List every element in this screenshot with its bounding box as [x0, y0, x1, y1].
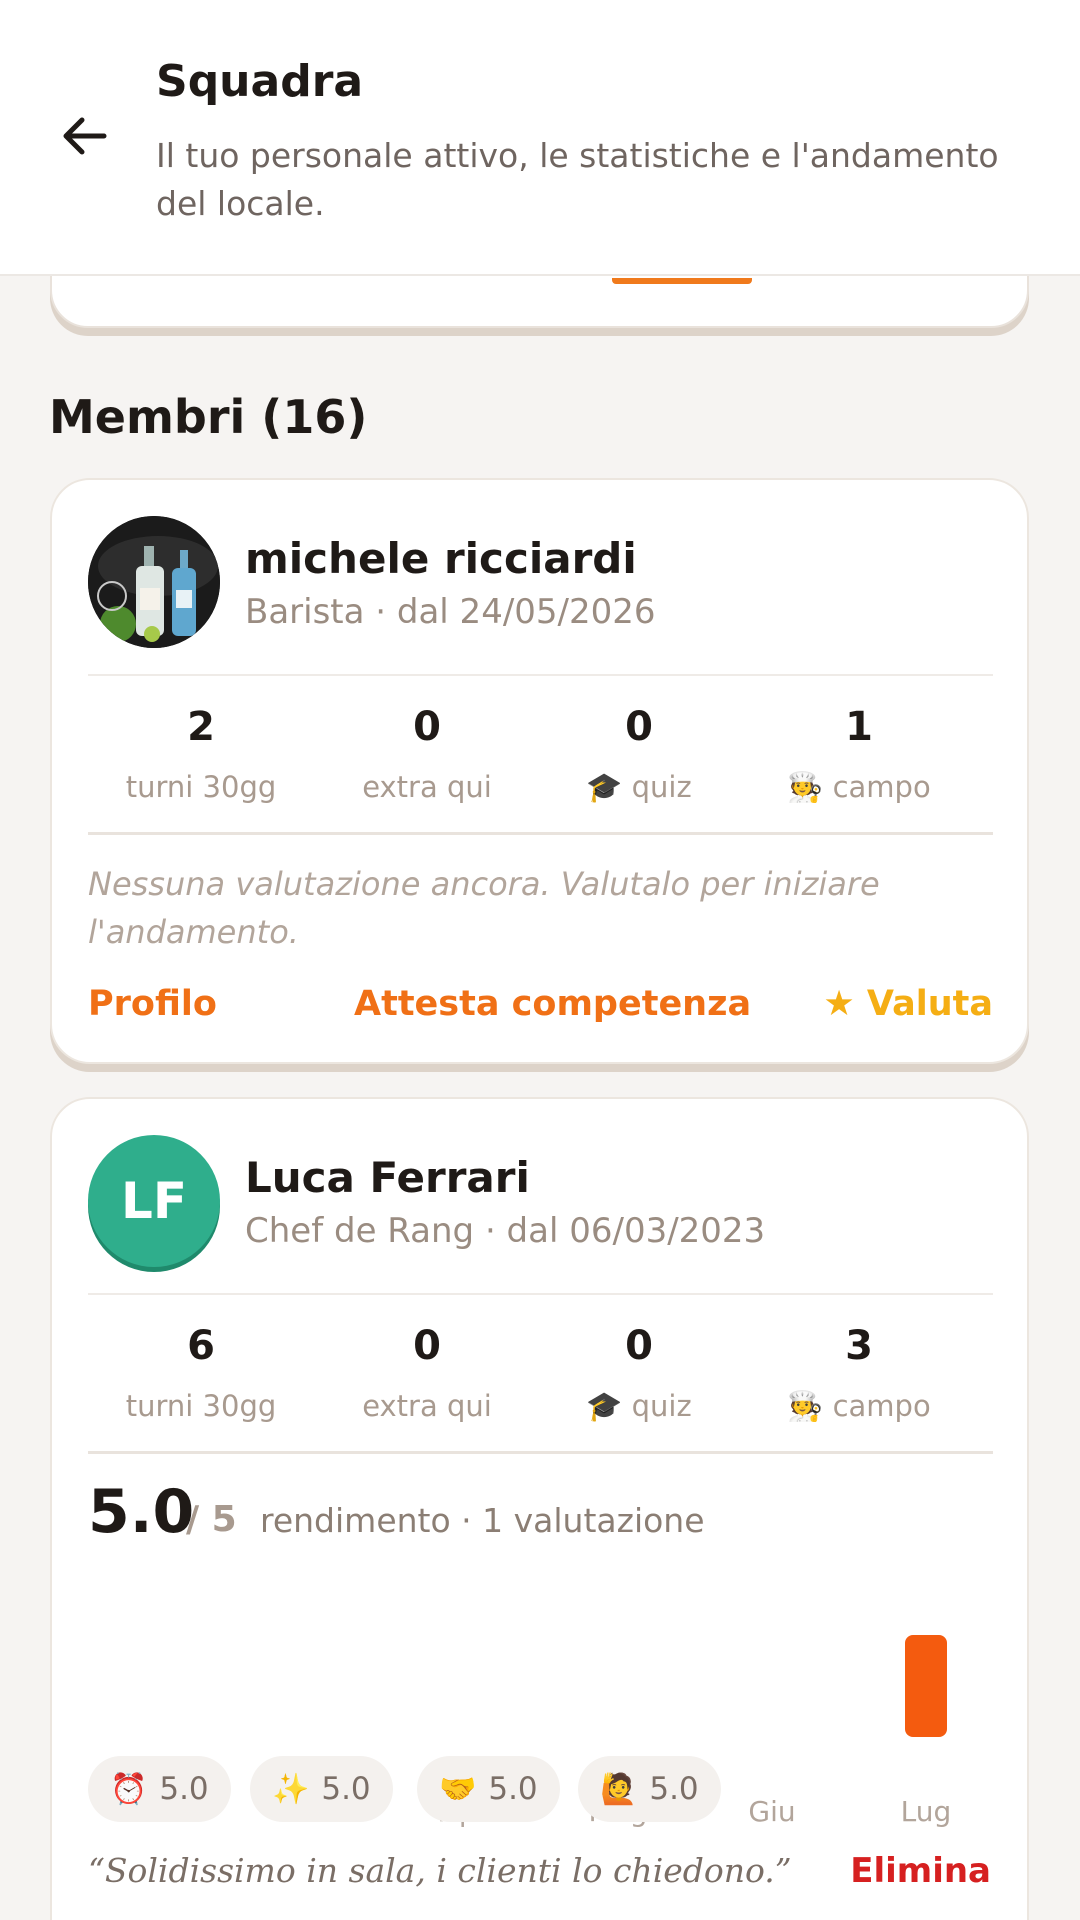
divider: [88, 1451, 993, 1454]
raising-hand-icon: 🙋: [600, 1771, 638, 1807]
rate-link[interactable]: ★ Valuta: [823, 984, 993, 1024]
stat-value: 0: [413, 1323, 441, 1369]
stat-label-wrap: 🧑‍🍳 campo: [746, 770, 972, 805]
page-title: Squadra: [156, 56, 364, 107]
sparkles-icon: ✨: [272, 1771, 310, 1807]
member-role: Barista · dal 24/05/2026: [245, 592, 656, 632]
stat-label-wrap: 🎓 quiz: [526, 1389, 752, 1424]
alarm-clock-icon: ⏰: [110, 1771, 148, 1807]
stat-extra: 0 extra qui: [314, 676, 540, 804]
stat-shifts: 2 turni 30gg: [88, 676, 314, 804]
chart-month-label: Lug: [900, 1795, 952, 1828]
stat-label: campo: [832, 770, 931, 804]
graduation-cap-icon: 🎓: [586, 1389, 623, 1423]
stat-value: 1: [845, 704, 873, 750]
profile-link[interactable]: Profilo: [88, 984, 217, 1024]
rating-pill: ⏰ 5.0: [88, 1756, 231, 1822]
stat-field: 3 🧑‍🍳 campo: [746, 1295, 972, 1424]
stat-value: 0: [413, 704, 441, 750]
avatar: [88, 516, 220, 648]
stat-value: 3: [845, 1323, 873, 1369]
divider: [88, 832, 993, 835]
graduation-cap-icon: 🎓: [586, 770, 623, 804]
rating-pill: 🙋 5.0: [578, 1756, 721, 1822]
stat-label: extra qui: [362, 770, 492, 804]
delete-rating-button[interactable]: Elimina: [850, 1851, 991, 1891]
pill-value: 5.0: [159, 1771, 209, 1807]
app-header: Squadra Il tuo personale attivo, le stat…: [0, 0, 1080, 276]
card-actions: Profilo Attesta competenza ★ Valuta: [88, 984, 993, 1034]
stat-label: quiz: [631, 1389, 692, 1423]
back-button[interactable]: [52, 104, 116, 168]
stat-label: campo: [832, 1389, 931, 1423]
pill-value: 5.0: [649, 1771, 699, 1807]
attest-competence-link[interactable]: Attesta competenza: [354, 984, 751, 1024]
empty-rating-note: Nessuna valutazione ancora. Valutalo per…: [88, 865, 880, 951]
stat-quiz: 0 🎓 quiz: [526, 1295, 752, 1424]
arrow-left-icon: [63, 117, 107, 155]
stats-row: 6 turni 30gg 0 extra qui 0 🎓 quiz 3 🧑‍🍳 …: [88, 1295, 993, 1445]
member-card: michele ricciardi Barista · dal 24/05/20…: [50, 478, 1029, 1064]
stat-field: 1 🧑‍🍳 campo: [746, 676, 972, 805]
chart-month-label: Giu: [748, 1795, 796, 1828]
stat-label-wrap: 🎓 quiz: [526, 770, 752, 805]
score-value: 5.0: [88, 1477, 195, 1547]
stat-label-wrap: 🧑‍🍳 campo: [746, 1389, 972, 1424]
stat-label: extra qui: [362, 1389, 492, 1423]
member-role: Chef de Rang · dal 06/03/2023: [245, 1211, 766, 1251]
stat-value: 6: [187, 1323, 215, 1369]
stat-extra: 0 extra qui: [314, 1295, 540, 1423]
stat-shifts: 6 turni 30gg: [88, 1295, 314, 1423]
rating-pill: ✨ 5.0: [250, 1756, 393, 1822]
member-name[interactable]: Luca Ferrari: [245, 1153, 530, 1202]
score-max: / 5: [186, 1499, 237, 1540]
bottles-photo-icon: [88, 516, 220, 648]
avatar: LF: [88, 1135, 220, 1267]
pill-value: 5.0: [321, 1771, 371, 1807]
member-card: LF Luca Ferrari Chef de Rang · dal 06/03…: [50, 1097, 1029, 1920]
rating-pill: 🤝 5.0: [417, 1756, 560, 1822]
handshake-icon: 🤝: [439, 1771, 477, 1807]
stat-label: turni 30gg: [125, 770, 277, 804]
cook-icon: 🧑‍🍳: [787, 770, 824, 804]
monthly-rating-chart: FebMarAprMagGiuLug: [88, 1571, 993, 1828]
stat-value: 0: [625, 1323, 653, 1369]
cook-icon: 🧑‍🍳: [787, 1389, 824, 1423]
stat-value: 0: [625, 704, 653, 750]
stats-row: 2 turni 30gg 0 extra qui 0 🎓 quiz 1 🧑‍🍳 …: [88, 676, 993, 826]
chart-bar: [905, 1635, 947, 1737]
score-description: rendimento · 1 valutazione: [260, 1501, 705, 1540]
stat-quiz: 0 🎓 quiz: [526, 676, 752, 805]
stat-label: turni 30gg: [125, 1389, 277, 1423]
page-subtitle: Il tuo personale attivo, le statistiche …: [156, 136, 999, 223]
stat-value: 2: [187, 704, 215, 750]
member-name[interactable]: michele ricciardi: [245, 534, 637, 583]
stat-label: quiz: [631, 770, 692, 804]
rating-comment: “Solidissimo in sala, i clienti lo chied…: [88, 1851, 792, 1890]
pill-value: 5.0: [488, 1771, 538, 1807]
members-section-title: Membri (16): [49, 390, 368, 444]
